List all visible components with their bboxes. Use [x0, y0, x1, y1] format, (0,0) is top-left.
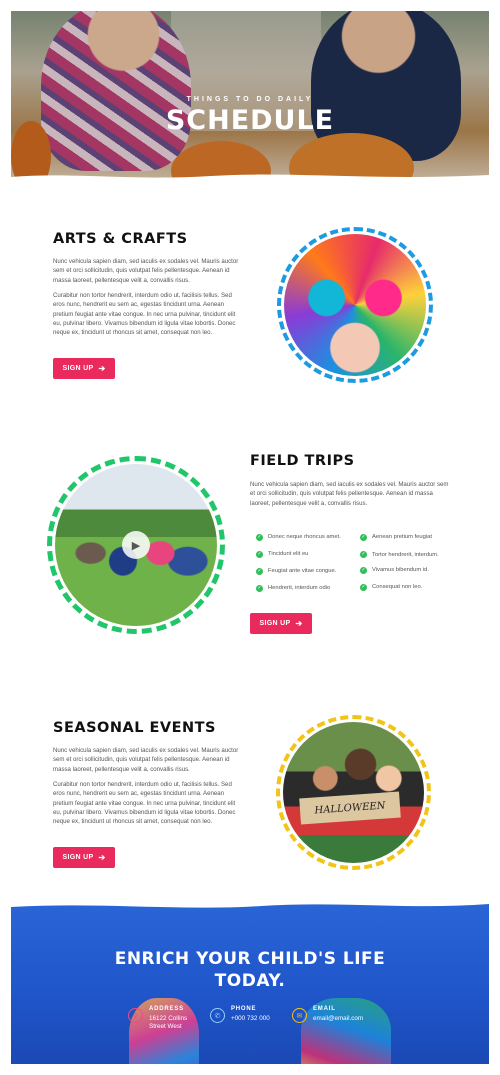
list-item: ✓ Aenean pretium feugiat: [360, 534, 432, 541]
hero-banner: THINGS TO DO DAILY SCHEDULE: [11, 11, 489, 183]
contact-address: ⚲ ADDRESS 16122 Collins Street West: [128, 1006, 187, 1031]
arts-signup-button[interactable]: SIGN UP ➔: [53, 358, 115, 379]
trips-paragraph-1: Nunc vehicula sapien diam, sed iaculis e…: [250, 481, 449, 507]
phone-value[interactable]: +000 732 000: [231, 1015, 270, 1023]
address-label: ADDRESS: [149, 1006, 184, 1012]
phone-label: PHONE: [231, 1006, 257, 1012]
list-item: ✓ Tincidunt elit eu: [256, 551, 309, 558]
list-item: ✓ Consequat non leo.: [360, 584, 423, 591]
play-icon[interactable]: ▶: [122, 531, 150, 559]
seasonal-paragraph-2: Curabitur non tortor hendrerit, interdum…: [53, 781, 236, 826]
cta-title-line-1: ENRICH YOUR CHILD'S LIFE: [114, 949, 386, 969]
cta-wave-divider: [11, 898, 489, 908]
email-icon: ✉: [292, 1008, 307, 1023]
cta-title-line-2: TODAY.: [214, 971, 286, 991]
check-icon: ✓: [360, 551, 367, 558]
check-icon: ✓: [360, 534, 367, 541]
arrow-right-icon: ➔: [295, 619, 303, 628]
cta-section: ENRICH YOUR CHILD'S LIFE TODAY. ⚲ ADDRES…: [11, 898, 489, 1064]
arts-signup-label: SIGN UP: [62, 365, 94, 372]
trips-signup-button[interactable]: SIGN UP ➔: [250, 613, 312, 634]
seasonal-image: [283, 722, 424, 863]
arts-heading: ARTS & CRAFTS: [53, 231, 188, 247]
arts-paragraph-2: Curabitur non tortor hendrerit, interdum…: [53, 292, 236, 337]
email-value[interactable]: email@email.com: [313, 1015, 363, 1023]
seasonal-signup-button[interactable]: SIGN UP ➔: [53, 847, 115, 868]
check-icon: ✓: [256, 568, 263, 575]
check-icon: ✓: [256, 534, 263, 541]
list-item: ✓ Hendrerit, interdum odio: [256, 585, 331, 592]
hero-wave-divider: [11, 174, 489, 183]
contact-email: ✉ EMAIL email@email.com: [292, 1006, 363, 1023]
trips-signup-label: SIGN UP: [259, 620, 291, 627]
hero-title: SCHEDULE: [165, 105, 335, 136]
phone-icon: ✆: [210, 1008, 225, 1023]
trips-heading: FIELD TRIPS: [250, 453, 355, 469]
trips-checklist-left: ✓ Donec neque rhoncus amet. ✓ Tincidunt el…: [256, 534, 356, 592]
arrow-right-icon: ➔: [98, 853, 106, 862]
arts-image: [284, 234, 426, 376]
seasonal-signup-label: SIGN UP: [62, 854, 94, 861]
list-item: ✓ Tortor hendrerit, interdum.: [360, 551, 439, 558]
check-icon: ✓: [256, 551, 263, 558]
arts-paragraph-1: Nunc vehicula sapien diam, sed iaculis e…: [53, 258, 239, 284]
list-item: ✓ Vivamus bibendum id.: [360, 567, 429, 574]
arrow-right-icon: ➔: [98, 364, 106, 373]
list-item: ✓ Donec neque rhoncus amet.: [256, 534, 341, 541]
seasonal-heading: SEASONAL EVENTS: [53, 720, 216, 736]
seasonal-paragraph-1: Nunc vehicula sapien diam, sed iaculis e…: [53, 747, 239, 773]
location-pin-icon: ⚲: [128, 1008, 143, 1023]
trips-checklist-right: ✓ Aenean pretium feugiat ✓ Tortor hendreri…: [360, 534, 450, 591]
cta-title: ENRICH YOUR CHILD'S LIFE TODAY.: [11, 948, 489, 992]
contact-phone: ✆ PHONE +000 732 000: [210, 1006, 270, 1023]
check-icon: ✓: [360, 584, 367, 591]
check-icon: ✓: [256, 585, 263, 592]
address-value: 16122 Collins Street West: [149, 1015, 188, 1030]
check-icon: ✓: [360, 567, 367, 574]
list-item: ✓ Feugiat ante vitae congue.: [256, 568, 337, 575]
hero-kicker: THINGS TO DO DAILY: [186, 96, 314, 103]
email-label: EMAIL: [313, 1006, 336, 1012]
